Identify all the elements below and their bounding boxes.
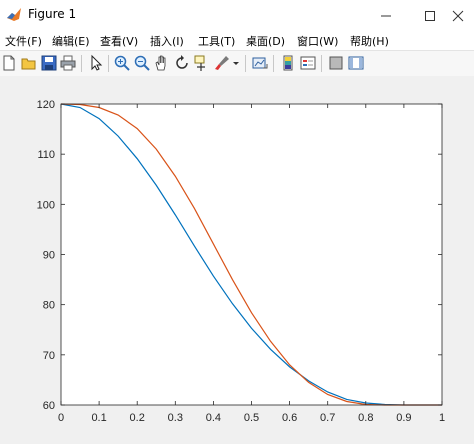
menu-window[interactable]: 窗口(W) — [297, 33, 338, 49]
toolbar-separator — [81, 55, 82, 72]
y-tick-label: 80 — [43, 300, 55, 312]
open-file-icon[interactable] — [20, 54, 38, 72]
y-tick-label: 120 — [37, 99, 55, 111]
zoom-in-icon[interactable] — [113, 54, 131, 72]
menu-view[interactable]: 查看(V) — [100, 33, 138, 49]
toolbar-separator — [245, 55, 246, 72]
hide-plot-tools-icon[interactable] — [327, 54, 345, 72]
x-tick-label: 0.4 — [206, 412, 221, 424]
y-tick-label: 90 — [43, 250, 55, 262]
legend-icon[interactable] — [299, 54, 317, 72]
y-tick-label: 70 — [43, 350, 55, 362]
minimize-button[interactable] — [364, 0, 408, 30]
show-plot-tools-icon[interactable] — [347, 54, 365, 72]
toolbar-separator — [273, 55, 274, 72]
brush-dropdown-icon[interactable] — [231, 54, 241, 72]
plot-axes[interactable]: 0 0.1 0.2 0.3 0.4 0.5 0.6 0.7 0.8 0.9 1 60 70 80 90 100… — [0, 76, 474, 444]
menu-tools[interactable]: 工具(T) — [198, 33, 235, 49]
colorbar-icon[interactable] — [279, 54, 297, 72]
y-tick-label: 100 — [37, 199, 55, 211]
zoom-out-icon[interactable] — [133, 54, 151, 72]
x-tick-label: 0 — [58, 412, 64, 424]
new-figure-icon[interactable] — [0, 54, 18, 72]
x-tick-label: 0.6 — [282, 412, 297, 424]
close-icon — [452, 10, 464, 21]
toolbar-separator — [321, 55, 322, 72]
x-tick-label: 0.7 — [320, 412, 335, 424]
link-plot-icon[interactable] — [251, 54, 269, 72]
y-tick-label: 110 — [37, 149, 55, 161]
axes-background — [61, 104, 442, 405]
y-tick-label: 60 — [43, 400, 55, 412]
menu-help[interactable]: 帮助(H) — [350, 33, 389, 49]
x-tick-label: 0.9 — [396, 412, 411, 424]
menu-edit[interactable]: 编辑(E) — [52, 33, 90, 49]
figure-canvas: 0 0.1 0.2 0.3 0.4 0.5 0.6 0.7 0.8 0.9 1 60 70 80 90 100… — [0, 76, 474, 444]
menu-file[interactable]: 文件(F) — [5, 33, 42, 49]
x-tick-label: 0.5 — [244, 412, 259, 424]
window-title: Figure 1 — [28, 7, 77, 21]
toolbar-separator — [108, 55, 109, 72]
x-tick-label: 0.3 — [168, 412, 183, 424]
minimize-icon — [381, 15, 391, 16]
toolbar — [0, 50, 474, 77]
matlab-logo-icon — [7, 8, 21, 21]
menu-desktop[interactable]: 桌面(D) — [246, 33, 285, 49]
rotate-3d-icon[interactable] — [173, 54, 191, 72]
save-icon[interactable] — [40, 54, 58, 72]
brush-icon[interactable] — [213, 54, 231, 72]
close-button[interactable] — [436, 0, 474, 30]
title-bar: Figure 1 — [0, 0, 474, 31]
x-tick-label: 0.2 — [130, 412, 145, 424]
x-tick-label: 1 — [439, 412, 445, 424]
pan-icon[interactable] — [153, 54, 171, 72]
pointer-icon[interactable] — [87, 54, 105, 72]
maximize-icon — [425, 10, 435, 21]
x-tick-label: 0.1 — [91, 412, 106, 424]
menu-bar: 文件(F) 编辑(E) 查看(V) 插入(I) 工具(T) 桌面(D) 窗口(W… — [0, 30, 474, 50]
print-icon[interactable] — [59, 54, 77, 72]
x-tick-label: 0.8 — [358, 412, 373, 424]
data-cursor-icon[interactable] — [193, 54, 211, 72]
menu-insert[interactable]: 插入(I) — [150, 33, 184, 49]
